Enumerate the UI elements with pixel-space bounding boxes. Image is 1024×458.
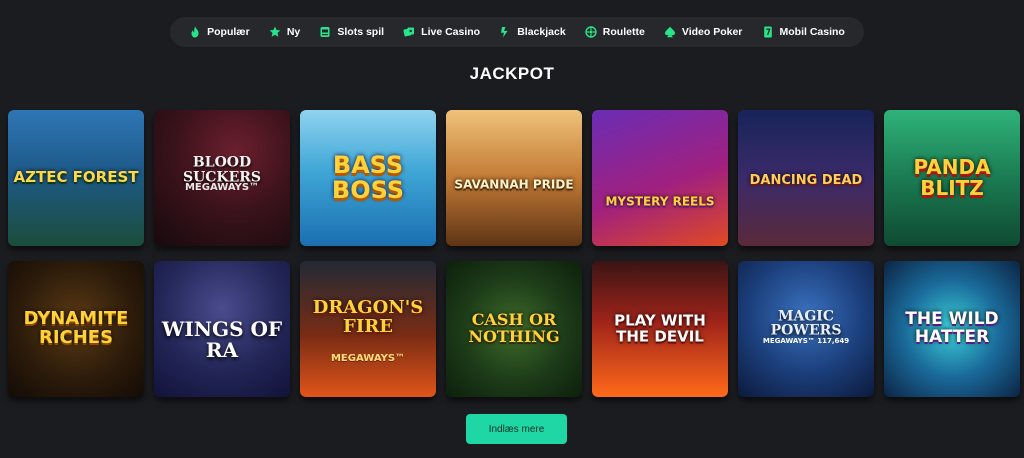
game-title: Dancing Dead: [749, 172, 863, 188]
nav-item-live-casino[interactable]: Live Casino: [403, 26, 480, 38]
nav-item-new[interactable]: Ny: [269, 26, 300, 38]
mobile-icon: [763, 26, 772, 38]
blackjack-icon: [501, 27, 508, 38]
nav-item-roulette[interactable]: Roulette: [585, 26, 645, 38]
section-title: JACKPOT: [469, 64, 555, 83]
game-tile-savannah-pride[interactable]: Savannah Pride: [446, 110, 582, 246]
flame-icon: [191, 26, 199, 38]
game-title: Cash or Nothing: [468, 310, 560, 346]
game-title: Bass Boss: [331, 150, 405, 204]
game-tile-wings-of-ra[interactable]: Wings of Ra: [154, 261, 290, 397]
game-subtitle: Megaways™: [330, 353, 406, 364]
live-casino-icon: [403, 27, 415, 37]
nav-item-mobile-casino[interactable]: Mobil Casino: [762, 26, 845, 38]
nav-item-video-poker[interactable]: Video Poker: [664, 26, 743, 38]
game-title: Aztec Forest: [13, 168, 139, 187]
game-title: Dynamite Riches: [23, 308, 129, 348]
load-more-button[interactable]: Indlæs mere: [466, 414, 567, 444]
category-nav: Populær Ny Slots spil Live Casino Blackj…: [170, 17, 864, 47]
game-tile-aztec-forest[interactable]: Aztec Forest: [8, 110, 144, 246]
game-title: Play with the Devil: [614, 311, 706, 345]
roulette-icon: [585, 26, 597, 38]
game-title: Magic Powers: [770, 307, 842, 339]
game-tile-the-wild-hatter[interactable]: The Wild Hatter: [884, 261, 1020, 397]
game-tile-dragons-fire[interactable]: Dragon's Fire Megaways™: [300, 261, 436, 397]
game-title: Savannah Pride: [454, 177, 574, 192]
game-tile-magic-powers[interactable]: Magic Powers Megaways™ 117,649: [738, 261, 874, 397]
star-icon: [269, 26, 281, 37]
game-title: Dragon's Fire: [312, 297, 424, 338]
game-tile-dancing-dead[interactable]: Dancing Dead: [738, 110, 874, 246]
nav-item-label: Roulette: [602, 26, 645, 38]
nav-item-label: Video Poker: [681, 26, 743, 38]
game-title: Mystery Reels: [605, 195, 715, 210]
nav-item-label: Populær: [207, 26, 250, 38]
game-artwork: [592, 110, 728, 246]
game-tile-blood-suckers[interactable]: Blood Suckers Megaways™: [154, 110, 290, 246]
game-tile-play-with-the-devil[interactable]: Play with the Devil: [592, 261, 728, 397]
game-title: Wings of Ra: [161, 316, 283, 362]
nav-item-label: Slots spil: [337, 26, 385, 38]
game-title: The Wild Hatter: [905, 309, 999, 347]
game-grid: Aztec Forest Blood Suckers Megaways™ Bas…: [8, 110, 1020, 397]
game-tile-panda-blitz[interactable]: Panda Blitz: [884, 110, 1020, 246]
game-subtitle: Megaways™: [184, 182, 260, 193]
game-tile-mystery-reels[interactable]: Mystery Reels: [592, 110, 728, 246]
game-title: Blood Suckers: [182, 154, 262, 185]
game-subtitle: Megaways™ 117,649: [762, 337, 850, 345]
nav-item-label: Live Casino: [421, 26, 481, 38]
nav-item-slots[interactable]: Slots spil: [319, 26, 384, 38]
game-title: Panda Blitz: [913, 155, 991, 200]
game-tile-bass-boss[interactable]: Bass Boss: [300, 110, 436, 246]
spade-icon: [664, 26, 675, 38]
nav-item-popular[interactable]: Populær: [189, 26, 250, 38]
nav-item-label: Ny: [286, 26, 301, 38]
game-tile-dynamite-riches[interactable]: Dynamite Riches: [8, 261, 144, 397]
nav-item-label: Blackjack: [517, 26, 566, 38]
nav-item-blackjack[interactable]: Blackjack: [499, 26, 566, 38]
nav-item-label: Mobil Casino: [779, 26, 845, 38]
slot-machine-icon: [320, 27, 330, 37]
game-tile-cash-or-nothing[interactable]: Cash or Nothing: [446, 261, 582, 397]
